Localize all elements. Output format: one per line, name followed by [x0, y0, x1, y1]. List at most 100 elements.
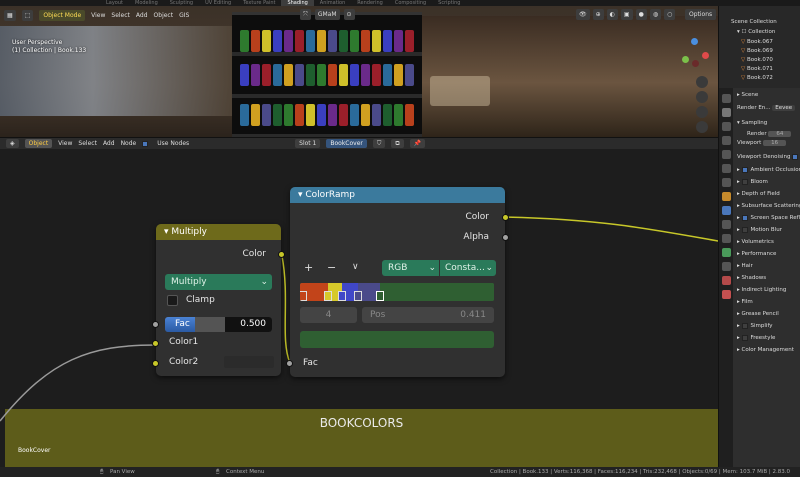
shading-solid-icon[interactable]: ● [635, 9, 647, 20]
add-stop-button[interactable]: + [304, 261, 313, 274]
output-tab-icon[interactable] [722, 122, 731, 131]
ramp-stop-4[interactable] [354, 291, 362, 301]
ramp-stop-5[interactable] [376, 291, 384, 301]
menu-object[interactable]: Object [154, 12, 174, 19]
material-tab-icon[interactable] [722, 276, 731, 285]
stop-index-field[interactable]: 4 [300, 307, 357, 323]
viewport-samples-field[interactable]: 16 [763, 140, 787, 146]
colorramp-fac-socket[interactable] [286, 360, 293, 367]
zoom-icon[interactable] [696, 76, 708, 88]
outliner-collection[interactable]: ▾ ☐ Collection [719, 28, 800, 36]
properties-section[interactable]: ▸ Indirect Lighting [737, 285, 800, 296]
constraints-tab-icon[interactable] [722, 248, 731, 257]
overlay-icon[interactable]: ◐ [606, 9, 618, 20]
pos-field[interactable]: Pos 0.411 [362, 307, 494, 323]
gizmo-icon[interactable]: ⊕ [592, 9, 604, 20]
colorramp-out-alpha-socket[interactable] [502, 234, 509, 241]
collection-tab-icon[interactable] [722, 178, 731, 187]
outliner-item[interactable]: ▽ Book.072 [719, 74, 800, 82]
shader-type-select[interactable]: Object [24, 139, 53, 148]
render-samples-field[interactable]: 64 [768, 131, 792, 137]
modifier-tab-icon[interactable] [722, 206, 731, 215]
blend-mode-dropdown[interactable]: Multiply ⌄ [165, 274, 272, 290]
section-enable-checkbox[interactable] [741, 226, 748, 233]
color2-input-socket[interactable] [152, 360, 159, 367]
ramp-stop-2[interactable] [324, 291, 332, 301]
node-menu-select[interactable]: Select [78, 140, 97, 147]
fac-input-socket[interactable] [152, 321, 159, 328]
remove-stop-button[interactable]: − [327, 261, 336, 274]
world-tab-icon[interactable] [722, 164, 731, 173]
properties-section[interactable]: ▸ Film [737, 297, 800, 308]
multiply-node[interactable]: ▾ Multiply Color Multiply ⌄ Clamp Fac 0.5… [152, 224, 285, 376]
section-enable-checkbox[interactable] [741, 322, 748, 329]
mode-select[interactable]: Object Mode [39, 9, 86, 21]
properties-section[interactable]: ▸ Screen Space Reflections [737, 213, 800, 224]
texture-tab-icon[interactable] [722, 290, 731, 299]
section-enable-checkbox[interactable] [741, 334, 748, 341]
multiply-out-color-socket[interactable] [278, 251, 285, 258]
data-tab-icon[interactable] [722, 262, 731, 271]
properties-section[interactable]: ▸ Shadows [737, 273, 800, 284]
material-select[interactable]: BookCover [326, 139, 367, 148]
node-menu-add[interactable]: Add [103, 140, 115, 147]
visibility-icon[interactable]: 👁 [576, 9, 590, 20]
color-mode-dropdown[interactable]: RGB ⌄ [382, 260, 439, 276]
interpolation-dropdown[interactable]: Consta... ⌄ [440, 260, 496, 276]
multiply-node-header[interactable]: ▾ Multiply [156, 224, 281, 240]
outliner-item[interactable]: ▽ Book.069 [719, 47, 800, 55]
section-enable-checkbox[interactable] [741, 178, 748, 185]
scene-tab-icon[interactable] [722, 150, 731, 159]
properties-section[interactable]: ▸ Grease Pencil [737, 309, 800, 320]
properties-section[interactable]: ▸ Hair [737, 261, 800, 272]
outliner-item[interactable]: ▽ Book.071 [719, 65, 800, 73]
shading-rendered-icon[interactable]: ○ [664, 9, 676, 20]
pin-icon[interactable]: 📌 [409, 139, 426, 148]
slot-select[interactable]: Slot 1 [295, 139, 321, 148]
menu-gis[interactable]: GIS [179, 12, 189, 19]
options-button[interactable]: Options [685, 9, 717, 20]
xray-icon[interactable]: ▣ [620, 9, 633, 20]
properties-section[interactable]: ▸ Bloom [737, 177, 800, 188]
viewport-denoising-checkbox[interactable] [792, 153, 799, 160]
properties-section[interactable]: ▸ Color Management [737, 345, 800, 356]
clamp-checkbox[interactable] [167, 295, 178, 306]
outliner-item[interactable]: ▽ Book.067 [719, 38, 800, 46]
z-axis-icon[interactable] [691, 38, 698, 45]
editor-type-icon[interactable]: ▦ [4, 9, 16, 21]
properties-section[interactable]: ▸ Subsurface Scattering [737, 201, 800, 212]
outliner[interactable]: Scene Collection ▾ ☐ Collection ▽ Book.0… [719, 6, 800, 88]
properties-section[interactable]: ▸ Volumetrics [737, 237, 800, 248]
menu-select[interactable]: Select [111, 12, 130, 19]
view-layer-tab-icon[interactable] [722, 136, 731, 145]
object-tab-icon[interactable] [722, 192, 731, 201]
render-engine-select[interactable]: Eevee [772, 105, 796, 111]
color2-swatch[interactable] [224, 356, 274, 368]
color1-input-socket[interactable] [152, 340, 159, 347]
stop-color-swatch[interactable] [300, 331, 494, 348]
render-tab-icon[interactable] [722, 108, 731, 117]
node-canvas[interactable]: BOOKCOLORS BookCover ▾ Multiply Color Mu… [0, 149, 718, 467]
properties-section[interactable]: ▸ Motion Blur [737, 225, 800, 236]
colorramp-out-color-socket[interactable] [502, 214, 509, 221]
x-axis-icon[interactable] [702, 52, 709, 59]
menu-view[interactable]: View [91, 12, 105, 19]
section-enable-checkbox[interactable] [741, 166, 748, 173]
tool-tab-icon[interactable] [722, 94, 731, 103]
colorramp-node[interactable]: ▾ ColorRamp Color Alpha + − ∨ RGB ⌄ Const… [286, 187, 509, 377]
menu-add[interactable]: Add [136, 12, 148, 19]
shading-material-icon[interactable]: ◍ [649, 9, 662, 20]
pan-icon[interactable] [696, 91, 708, 103]
properties-section[interactable]: ▸ Simplify [737, 321, 800, 332]
camera-icon[interactable] [696, 106, 708, 118]
color-ramp-bar[interactable] [300, 283, 494, 301]
particles-tab-icon[interactable] [722, 220, 731, 229]
ramp-stop-1[interactable] [300, 291, 307, 301]
physics-tab-icon[interactable] [722, 234, 731, 243]
navigation-gizmo[interactable] [680, 38, 710, 68]
y-axis-icon[interactable] [682, 56, 689, 63]
shading-mode[interactable]: GMaM [314, 9, 340, 20]
new-material-icon[interactable]: ⧉ [391, 139, 404, 148]
snap-icon[interactable]: ⊙ [343, 9, 355, 20]
node-menu-view[interactable]: View [58, 140, 72, 147]
